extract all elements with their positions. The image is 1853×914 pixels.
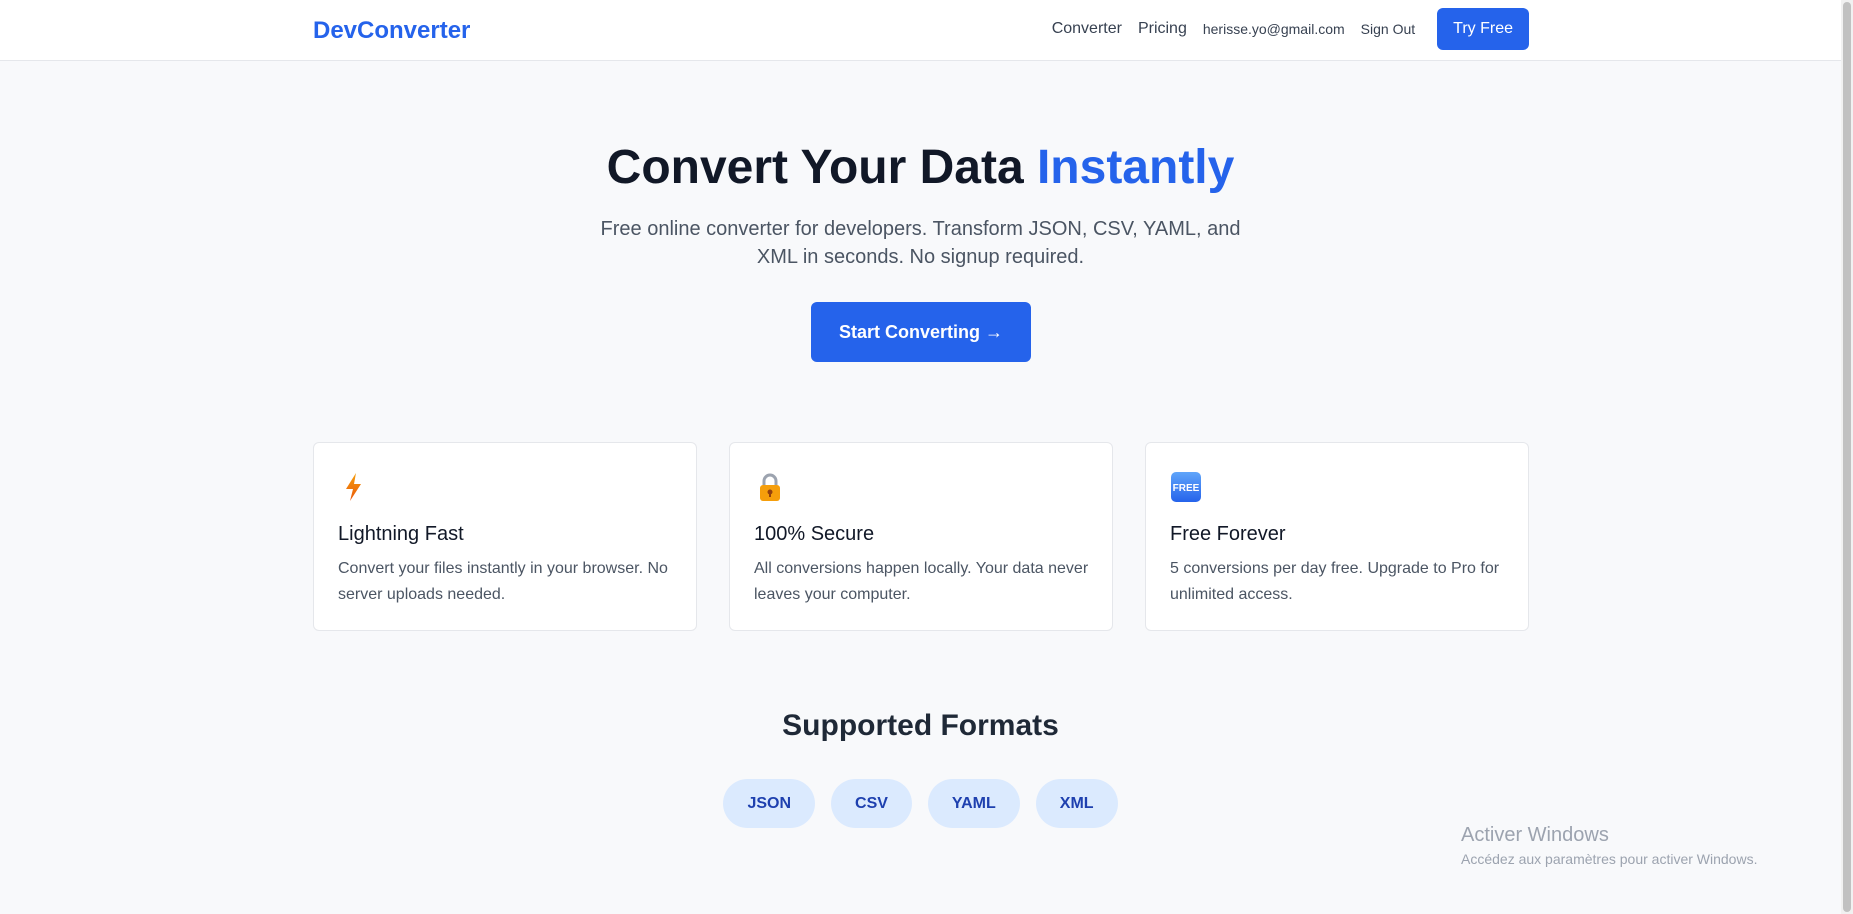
nav-link-pricing[interactable]: Pricing (1138, 20, 1187, 38)
hero-title-main: Convert Your Data (606, 141, 1037, 194)
start-converting-button[interactable]: Start Converting → (811, 302, 1031, 362)
vertical-scrollbar[interactable] (1841, 0, 1853, 914)
top-navbar: DevConverter Converter Pricing herisse.y… (0, 0, 1853, 61)
format-pill-csv[interactable]: CSV (831, 779, 912, 828)
nav-menu: Converter Pricing herisse.yo@gmail.com S… (1036, 8, 1529, 50)
free-badge-text: FREE (1173, 483, 1200, 494)
format-pills: JSON CSV YAML XML (0, 779, 1841, 828)
sign-out-button[interactable]: Sign Out (1361, 21, 1415, 37)
watermark-title: Activer Windows (1461, 824, 1609, 846)
nav-link-converter[interactable]: Converter (1052, 20, 1122, 38)
feature-description: 5 conversions per day free. Upgrade to P… (1170, 560, 1500, 603)
user-email: herisse.yo@gmail.com (1202, 21, 1345, 37)
feature-title: 100% Secure (754, 523, 875, 545)
format-pill-yaml[interactable]: YAML (927, 779, 1020, 828)
format-pill-json[interactable]: JSON (723, 779, 816, 828)
brand-logo[interactable]: DevConverter (313, 17, 470, 45)
watermark-subtitle: Accédez aux paramètres pour activer Wind… (1461, 851, 1758, 867)
lock-icon (754, 471, 786, 503)
feature-card-secure: 100% Secure All conversions happen local… (729, 442, 1113, 631)
hero-subtitle: Free online converter for developers. Tr… (600, 218, 1241, 268)
hero-title-accent: Instantly (1036, 141, 1235, 194)
lightning-icon (338, 471, 370, 503)
feature-description: All conversions happen locally. Your dat… (754, 560, 1089, 603)
windows-activation-watermark: Activer Windows Accédez aux paramètres p… (1461, 824, 1757, 867)
hero-title: Convert Your Data Instantly (0, 140, 1841, 195)
feature-title: Lightning Fast (338, 523, 464, 545)
feature-title: Free Forever (1170, 523, 1286, 545)
feature-description: Convert your files instantly in your bro… (338, 560, 668, 603)
supported-formats-title: Supported Formats (782, 709, 1059, 742)
free-badge-icon: FREE (1170, 471, 1202, 503)
try-free-button[interactable]: Try Free (1437, 8, 1529, 50)
scrollbar-thumb[interactable] (1843, 2, 1851, 912)
feature-card-fast: Lightning Fast Convert your files instan… (313, 442, 697, 631)
format-pill-xml[interactable]: XML (1035, 779, 1118, 828)
feature-card-free: FREE Free Forever 5 conversions per day … (1145, 442, 1529, 631)
